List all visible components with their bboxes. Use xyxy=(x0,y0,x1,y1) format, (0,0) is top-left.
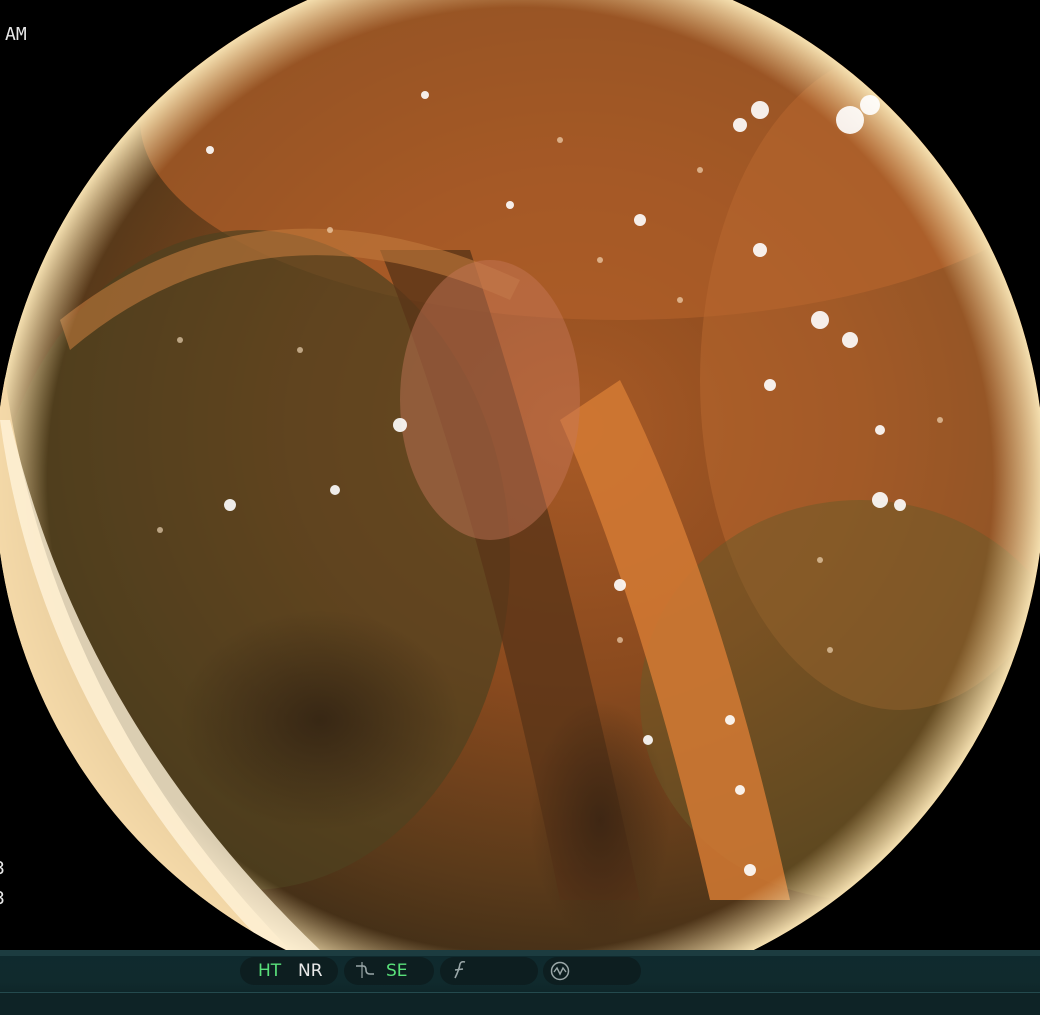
time-suffix-label: AM xyxy=(5,24,27,45)
se-label: SE xyxy=(386,961,408,981)
ht-label: HT xyxy=(258,961,282,981)
curve-icon xyxy=(354,960,376,985)
edge-digit-bottom: 3 xyxy=(0,888,5,909)
edge-digit-top: 3 xyxy=(0,858,5,879)
circle-wave-icon xyxy=(549,960,571,987)
status-bar-bottom-stripe xyxy=(0,992,1040,1015)
endoscopic-image xyxy=(0,0,1040,950)
f-icon xyxy=(450,960,470,985)
status-bar-top-stripe xyxy=(0,950,1040,956)
se-indicator: SE xyxy=(344,957,434,985)
ht-nr-indicator: HT NR xyxy=(240,957,338,985)
focus-indicator xyxy=(440,957,538,985)
endoscope-viewport: AM 3 3 xyxy=(0,0,1040,950)
mode-indicator xyxy=(543,957,641,985)
nr-label: NR xyxy=(298,961,323,981)
